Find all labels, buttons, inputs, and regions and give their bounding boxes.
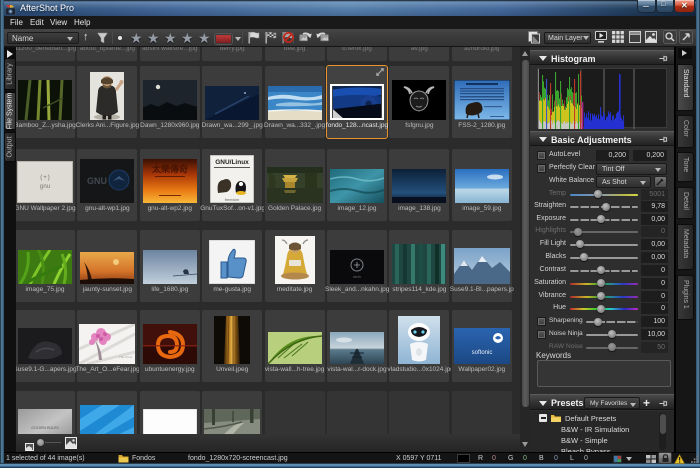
svg-text:sleek: sleek: [353, 275, 361, 279]
svg-text:太樂傳奇: 太樂傳奇: [151, 163, 188, 174]
svg-text:softonic: softonic: [471, 350, 492, 356]
svg-text:GNU/Linux: GNU/Linux: [215, 159, 249, 166]
svg-text:The Art of: The Art of: [119, 355, 132, 359]
svg-text:GNU: GNU: [87, 176, 107, 186]
svg-text:gnu: gnu: [40, 183, 51, 190]
svg-text:(+): (+): [40, 174, 51, 181]
svg-text:freedom: freedom: [225, 197, 240, 202]
svg-text:GOLDEN RULES: GOLDEN RULES: [31, 426, 59, 430]
